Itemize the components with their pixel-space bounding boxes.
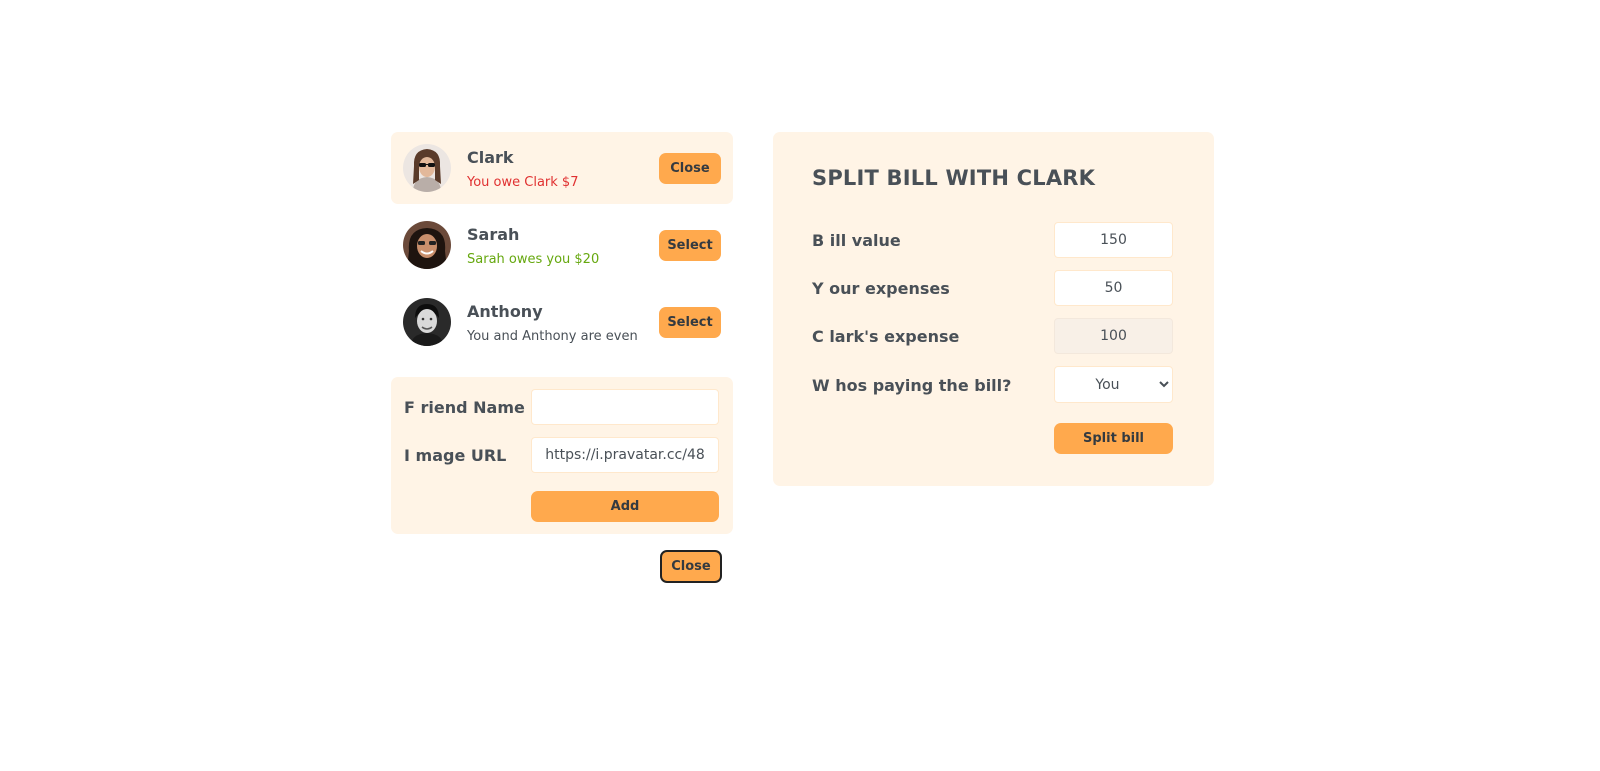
- avatar: [403, 144, 451, 192]
- avatar: [403, 221, 451, 269]
- close-form-button[interactable]: Close: [660, 550, 722, 583]
- split-bill-button[interactable]: Split bill: [1054, 423, 1173, 454]
- friends-list: Clark You owe Clark $7 Close Sarah Sarah…: [391, 132, 733, 363]
- friend-item-anthony[interactable]: Anthony You and Anthony are even Select: [391, 286, 733, 358]
- image-url-label: I mage URL: [404, 446, 507, 465]
- friend-item-clark[interactable]: Clark You owe Clark $7 Close: [391, 132, 733, 204]
- your-expense-input[interactable]: [1054, 270, 1173, 306]
- close-button[interactable]: Close: [659, 153, 721, 184]
- payer-label: W hos paying the bill?: [812, 376, 1012, 395]
- friend-name: Anthony: [467, 302, 543, 321]
- avatar: [403, 298, 451, 346]
- friend-expense-label: C lark's expense: [812, 327, 960, 346]
- image-url-input[interactable]: [531, 437, 719, 473]
- add-friend-button[interactable]: Add: [531, 491, 719, 522]
- payer-select[interactable]: You: [1054, 366, 1173, 403]
- friend-item-sarah[interactable]: Sarah Sarah owes you $20 Select: [391, 209, 733, 281]
- select-button[interactable]: Select: [659, 230, 721, 261]
- split-bill-form: SPLIT BILL WITH CLARK B ill value Y our …: [773, 132, 1214, 486]
- your-expense-label: Y our expenses: [812, 279, 950, 298]
- friend-balance: You and Anthony are even: [467, 329, 638, 344]
- split-bill-title: SPLIT BILL WITH CLARK: [812, 166, 1096, 190]
- bill-value-label: B ill value: [812, 231, 901, 250]
- friend-expense-input: [1054, 318, 1173, 354]
- select-button[interactable]: Select: [659, 307, 721, 338]
- friend-name: Sarah: [467, 225, 520, 244]
- add-friend-form: F riend Name I mage URL Add: [391, 377, 733, 534]
- friend-balance: Sarah owes you $20: [467, 252, 600, 267]
- friend-name-input[interactable]: [531, 389, 719, 425]
- friend-balance: You owe Clark $7: [467, 175, 579, 190]
- friend-name-label: F riend Name: [404, 398, 525, 417]
- bill-value-input[interactable]: [1054, 222, 1173, 258]
- friend-name: Clark: [467, 148, 514, 167]
